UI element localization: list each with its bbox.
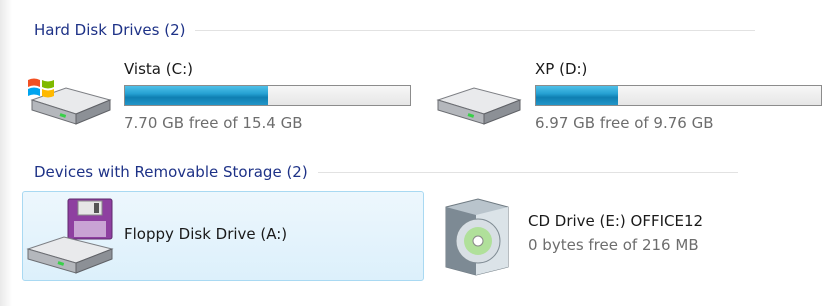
usage-bar (124, 85, 411, 106)
pane-edge-shadow (0, 0, 12, 306)
hard-drive-icon (436, 87, 522, 125)
drive-vista-c[interactable]: Vista (C:) 7.70 GB free of 15.4 GB (22, 56, 422, 148)
drive-cd-e[interactable]: CD Drive (E:) OFFICE12 0 bytes free of 2… (432, 191, 822, 281)
group-title: Devices with Removable Storage (2) (34, 163, 308, 181)
group-divider (317, 171, 738, 173)
drive-name: CD Drive (E:) OFFICE12 (528, 212, 704, 230)
free-space-text: 0 bytes free of 216 MB (528, 236, 699, 254)
group-header-hard-disks[interactable]: Hard Disk Drives (2) (34, 18, 756, 42)
drive-name: Floppy Disk Drive (A:) (124, 225, 288, 243)
drive-xp-d[interactable]: XP (D:) 6.97 GB free of 9.76 GB (432, 56, 822, 148)
usage-bar (535, 85, 822, 106)
drive-floppy-a[interactable]: Floppy Disk Drive (A:) (22, 191, 424, 281)
computer-drives-pane: Hard Disk Drives (2) Vista (C:) 7.70 GB … (0, 0, 830, 306)
cd-drive-icon (445, 198, 509, 276)
usage-bar-fill (125, 86, 268, 105)
drive-name: Vista (C:) (124, 60, 193, 78)
group-header-removable[interactable]: Devices with Removable Storage (2) (34, 160, 738, 184)
usage-bar-fill (536, 86, 618, 105)
drive-name: XP (D:) (535, 60, 588, 78)
floppy-drive-icon (26, 198, 114, 274)
group-title: Hard Disk Drives (2) (34, 21, 186, 39)
hard-drive-windows-icon (28, 78, 112, 125)
group-divider (195, 29, 756, 31)
free-space-text: 7.70 GB free of 15.4 GB (124, 114, 303, 132)
free-space-text: 6.97 GB free of 9.76 GB (535, 114, 714, 132)
